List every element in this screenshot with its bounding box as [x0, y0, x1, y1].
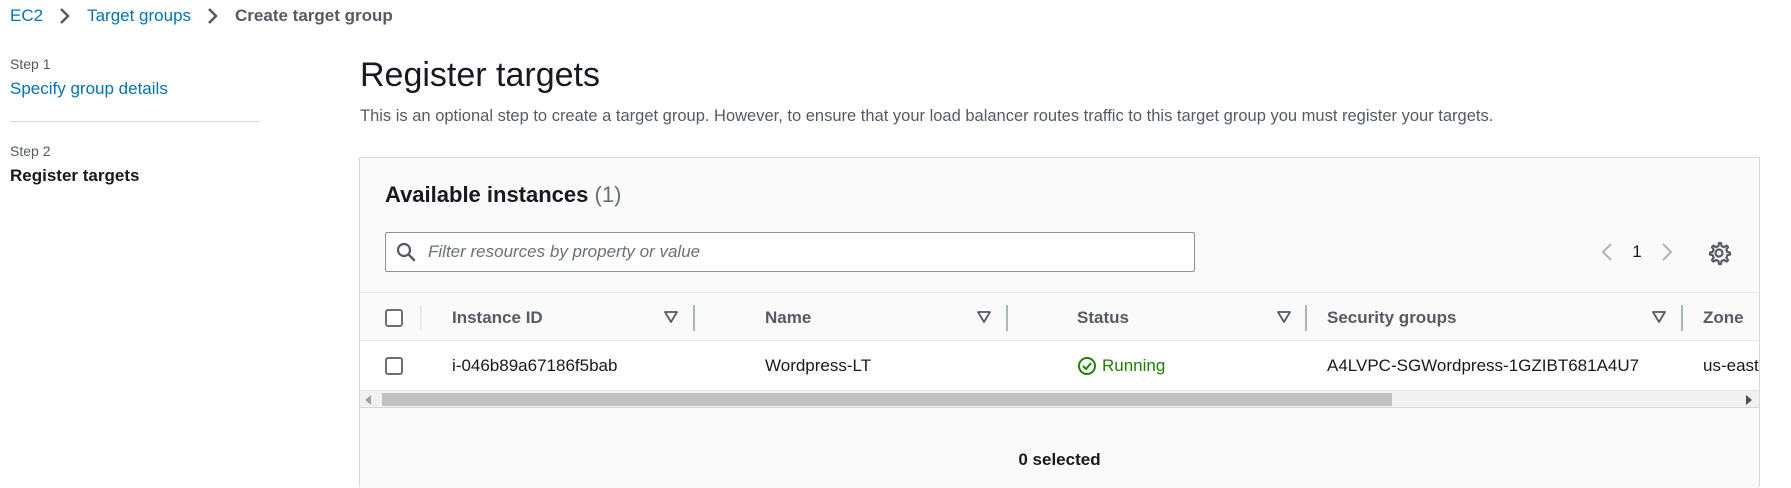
- chevron-right-icon: [1662, 243, 1673, 261]
- sort-down-icon[interactable]: [664, 310, 678, 324]
- column-header-status[interactable]: Status: [1077, 293, 1129, 342]
- pager-next-button[interactable]: [1652, 237, 1682, 267]
- breadcrumb: EC2 Target groups Create target group: [10, 5, 393, 27]
- sort-down-icon[interactable]: [1277, 310, 1291, 324]
- cell-security-groups: A4LVPC-SGWordpress-1GZIBT681A4U7: [1327, 355, 1640, 375]
- chevron-right-icon: [60, 8, 70, 24]
- cell-zone: us-east: [1703, 355, 1759, 375]
- column-divider: [420, 305, 422, 331]
- search-icon: [396, 242, 416, 262]
- column-header-security-groups[interactable]: Security groups: [1327, 293, 1456, 342]
- column-divider[interactable]: [1006, 305, 1008, 331]
- search-field[interactable]: [385, 232, 1195, 272]
- step-2-current: Register targets: [10, 166, 140, 185]
- step-1-link[interactable]: Specify group details: [10, 79, 260, 99]
- breadcrumb-ec2-link[interactable]: EC2: [10, 6, 43, 26]
- sort-down-icon[interactable]: [977, 310, 991, 324]
- status-text: Running: [1102, 355, 1166, 375]
- column-header-name[interactable]: Name: [765, 293, 811, 342]
- table-row[interactable]: i-046b89a67186f5bab Wordpress-LT Running…: [360, 341, 1759, 390]
- scroll-left-icon[interactable]: [364, 395, 372, 405]
- column-header-zone[interactable]: Zone: [1703, 293, 1744, 342]
- chevron-right-icon: [208, 8, 218, 24]
- table-header-row: Instance ID Name Status Security groups …: [360, 292, 1759, 341]
- cell-instance-id: i-046b89a67186f5bab: [452, 355, 618, 375]
- panel-title-text: Available instances: [385, 182, 589, 207]
- wizard-steps: Step 1 Specify group details Step 2 Regi…: [10, 56, 260, 186]
- step-2-label: Step 2: [10, 143, 51, 159]
- status-indicator: Running: [1077, 356, 1165, 376]
- page-description: This is an optional step to create a tar…: [360, 107, 1494, 125]
- instances-table: Instance ID Name Status Security groups …: [360, 292, 1759, 390]
- step-1-label: Step 1: [10, 56, 51, 72]
- horizontal-scrollbar[interactable]: [360, 390, 1759, 408]
- page-title: Register targets: [360, 56, 600, 94]
- pagination: 1: [1592, 236, 1682, 268]
- column-divider[interactable]: [1681, 305, 1683, 331]
- search-input[interactable]: [428, 242, 1168, 262]
- row-select-cell: [385, 341, 403, 390]
- selected-count: 0 selected: [1018, 450, 1101, 469]
- select-all-checkbox[interactable]: [385, 308, 403, 327]
- sort-down-icon[interactable]: [1652, 310, 1666, 324]
- check-circle-icon: [1078, 356, 1096, 375]
- breadcrumb-current: Create target group: [235, 6, 393, 25]
- pager-page-number[interactable]: 1: [1622, 242, 1652, 262]
- breadcrumb-target-groups-link[interactable]: Target groups: [87, 6, 191, 26]
- selection-footer: 0 selected: [360, 408, 1759, 488]
- panel-title: Available instances (1): [385, 182, 621, 208]
- available-instances-panel: Available instances (1) 1: [359, 157, 1760, 488]
- cell-name: Wordpress-LT: [765, 355, 872, 375]
- panel-count: (1): [594, 182, 622, 207]
- step-divider: [10, 121, 260, 122]
- row-checkbox[interactable]: [385, 356, 403, 375]
- column-divider[interactable]: [1305, 305, 1307, 331]
- gear-icon[interactable]: [1706, 240, 1732, 266]
- scrollbar-thumb[interactable]: [382, 393, 1392, 406]
- pager-prev-button[interactable]: [1592, 237, 1622, 267]
- panel-header: Available instances (1) 1: [360, 158, 1759, 294]
- select-all-cell: [385, 293, 403, 342]
- column-header-instance-id[interactable]: Instance ID: [452, 293, 543, 342]
- chevron-left-icon: [1601, 243, 1612, 261]
- column-divider[interactable]: [693, 305, 695, 331]
- cell-status: Running: [1077, 341, 1165, 390]
- scroll-right-icon[interactable]: [1745, 395, 1753, 405]
